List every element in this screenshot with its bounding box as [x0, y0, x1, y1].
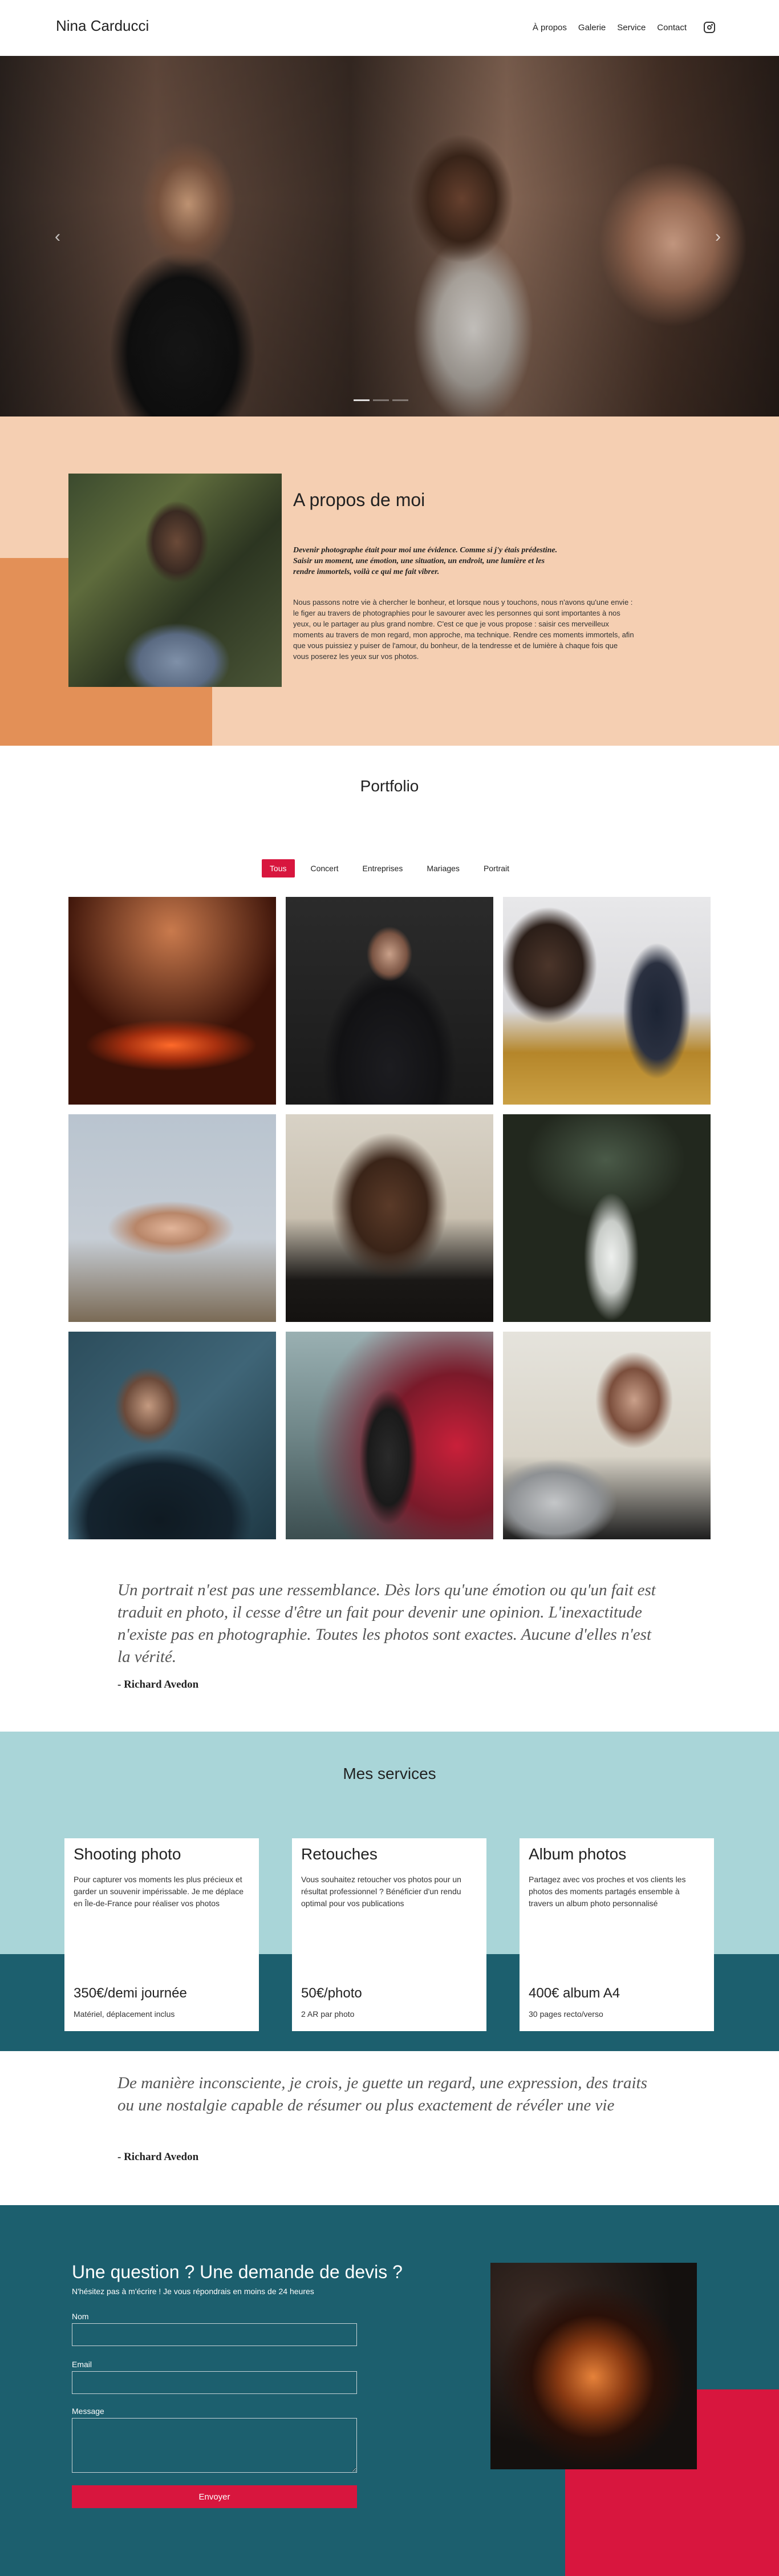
services-title: Mes services: [343, 1765, 436, 1782]
quote-author: - Richard Avedon: [117, 2151, 199, 2163]
site-header: Nina Carducci À propos Galerie Service C…: [0, 0, 779, 56]
service-card-detail: Matériel, déplacement inclus: [74, 2009, 175, 2019]
gallery-image-mariage[interactable]: [68, 1114, 276, 1322]
nav-item-contact[interactable]: Contact: [657, 23, 687, 33]
service-card-title: Retouches: [301, 1845, 378, 1863]
quote-text: Un portrait n'est pas une ressemblance. …: [117, 1581, 656, 1666]
service-card: Album photos Partagez avec vos proches e…: [520, 1838, 714, 2031]
service-card-title: Album photos: [529, 1845, 627, 1863]
filter-concert[interactable]: Concert: [303, 859, 347, 877]
email-label: Email: [72, 2360, 92, 2369]
nav-item-service[interactable]: Service: [617, 23, 646, 33]
message-label: Message: [72, 2407, 104, 2416]
gallery-image-portrait[interactable]: [68, 1332, 276, 1539]
gallery-image-concert[interactable]: [286, 1332, 493, 1539]
gallery-image-entreprise[interactable]: [503, 897, 711, 1105]
gallery-image-portrait[interactable]: [286, 1114, 493, 1322]
portfolio-filters: Tous Concert Entreprises Mariages Portra…: [0, 859, 779, 877]
service-card-detail: 2 AR par photo: [301, 2009, 355, 2019]
carousel-indicators: [354, 399, 408, 401]
quote-text: De manière inconsciente, je crois, je gu…: [117, 2074, 647, 2114]
about-title: A propos de moi: [293, 490, 425, 510]
nav-item-galerie[interactable]: Galerie: [578, 23, 606, 33]
hero-carousel: ‹ ›: [0, 56, 779, 416]
instagram-icon[interactable]: [704, 22, 715, 33]
about-body: Nous passons notre vie à chercher le bon…: [293, 598, 634, 661]
carousel-dot[interactable]: [354, 399, 370, 401]
main-nav: À propos Galerie Service Contact: [533, 22, 715, 33]
portfolio-title: Portfolio: [360, 777, 419, 795]
quote-author: - Richard Avedon: [117, 1679, 199, 1691]
filter-mariages[interactable]: Mariages: [419, 859, 468, 877]
about-portrait-image: [68, 474, 282, 687]
nav-item-apropos[interactable]: À propos: [533, 23, 567, 33]
service-card-text: Partagez avec vos proches et vos clients…: [529, 1875, 686, 1908]
service-card-text: Vous souhaitez retoucher vos photos pour…: [301, 1875, 461, 1908]
email-field[interactable]: [72, 2371, 357, 2394]
gallery-image-concert[interactable]: [68, 897, 276, 1105]
carousel-next-icon[interactable]: ›: [715, 227, 721, 246]
service-card-price: 350€/demi journée: [74, 1985, 187, 2001]
carousel-dot[interactable]: [392, 399, 408, 401]
contact-camera-image: [490, 2263, 697, 2469]
service-card-detail: 30 pages recto/verso: [529, 2009, 603, 2019]
about-lead: Devenir photographe était pour moi une é…: [293, 546, 558, 576]
name-label: Nom: [72, 2312, 89, 2321]
service-card: Retouches Vous souhaitez retoucher vos p…: [292, 1838, 486, 2031]
filter-tous[interactable]: Tous: [261, 859, 295, 877]
name-field[interactable]: [72, 2323, 357, 2346]
service-card: Shooting photo Pour capturer vos moments…: [64, 1838, 259, 2031]
gallery-image-entreprise[interactable]: [503, 1332, 711, 1539]
submit-button[interactable]: Envoyer: [72, 2485, 357, 2508]
gallery-image-mariage[interactable]: [503, 1114, 711, 1322]
gallery-grid: [68, 897, 711, 1539]
filter-entreprises[interactable]: Entreprises: [355, 859, 411, 877]
contact-subtitle: N'hésitez pas à m'écrire ! Je vous répon…: [72, 2287, 314, 2296]
gallery-image-entreprise[interactable]: [286, 897, 493, 1105]
service-card-price: 400€ album A4: [529, 1985, 620, 2001]
service-card-price: 50€/photo: [301, 1985, 362, 2001]
contact-title: Une question ? Une demande de devis ?: [72, 2262, 403, 2282]
brand-logo[interactable]: Nina Carducci: [56, 17, 149, 35]
filter-portrait[interactable]: Portrait: [476, 859, 517, 877]
carousel-prev-icon[interactable]: ‹: [55, 227, 60, 246]
message-field[interactable]: [72, 2418, 357, 2473]
carousel-dot[interactable]: [373, 399, 389, 401]
service-card-text: Pour capturer vos moments les plus préci…: [74, 1875, 244, 1908]
service-card-title: Shooting photo: [74, 1845, 181, 1863]
